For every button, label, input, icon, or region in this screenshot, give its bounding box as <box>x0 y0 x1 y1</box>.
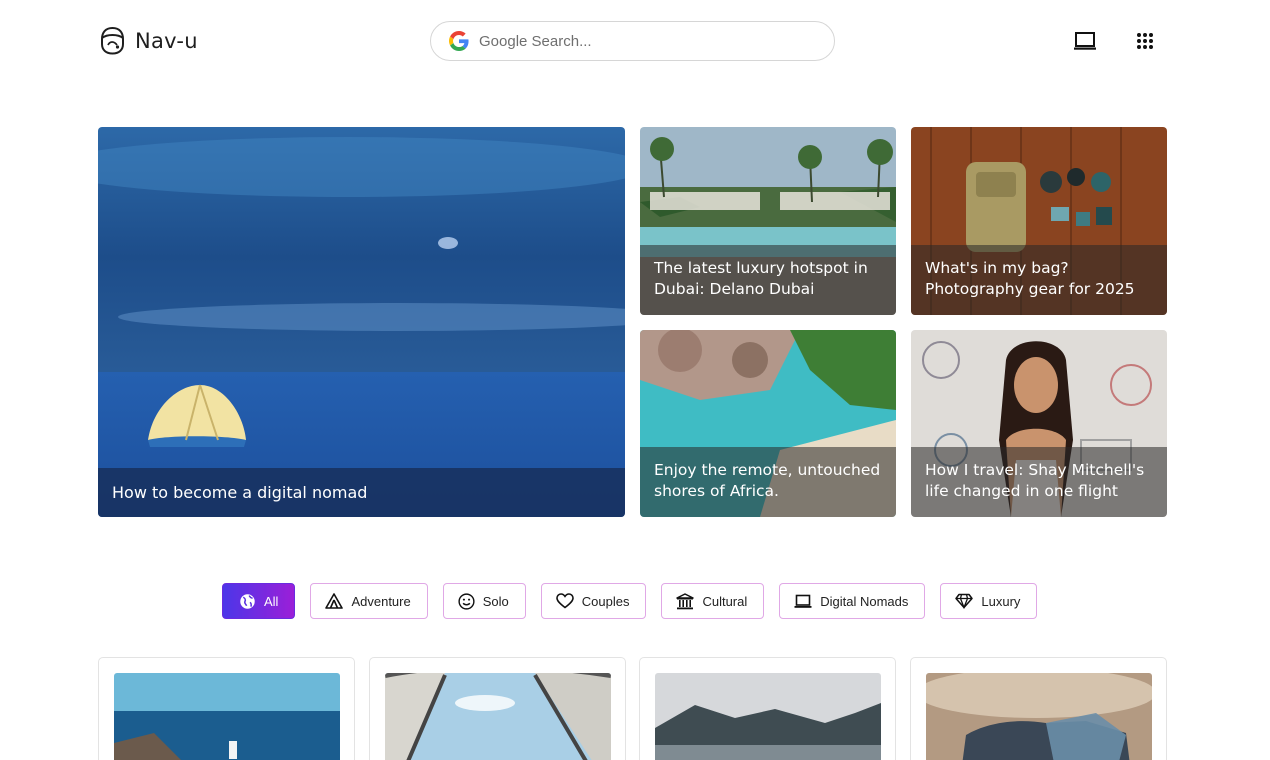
post-card[interactable] <box>369 657 626 760</box>
post-card[interactable] <box>910 657 1167 760</box>
heart-icon <box>555 593 574 609</box>
post-thumbnail <box>655 673 881 760</box>
filter-cultural-label: Cultural <box>702 593 748 609</box>
article-card-africa[interactable]: Enjoy the remote, untouched shores of Af… <box>640 330 896 517</box>
filter-cultural[interactable]: Cultural <box>661 583 765 619</box>
filter-luxury[interactable]: Luxury <box>940 583 1038 619</box>
article-card-bag[interactable]: What's in my bag? Photography gear for 2… <box>911 127 1167 315</box>
search-input[interactable] <box>479 32 799 50</box>
dubai-title-line2: Dubai: Delano Dubai <box>654 280 815 298</box>
filter-adventure[interactable]: Adventure <box>310 583 428 619</box>
shay-caption: How I travel: Shay Mitchell's life chang… <box>911 447 1167 517</box>
filter-solo-label: Solo <box>482 593 509 609</box>
laptop-icon <box>1074 32 1096 50</box>
bag-title-line2: Photography gear for 2025 <box>925 280 1135 298</box>
shay-title-line2: life changed in one flight <box>925 482 1118 500</box>
article-card-shay[interactable]: How I travel: Shay Mitchell's life chang… <box>911 330 1167 517</box>
smiley-icon <box>458 592 475 610</box>
museum-icon <box>676 592 695 609</box>
face-logo-icon <box>101 26 124 55</box>
filter-digital-nomads-label: Digital Nomads <box>820 593 909 609</box>
dubai-title-line1: The latest luxury hotspot in <box>654 259 868 277</box>
africa-title-line1: Enjoy the remote, untouched <box>654 461 881 479</box>
laptop-icon <box>794 594 812 608</box>
post-card[interactable] <box>98 657 355 760</box>
coast-lighthouse-image <box>114 673 340 760</box>
africa-caption: Enjoy the remote, untouched shores of Af… <box>640 447 896 517</box>
post-card[interactable] <box>639 657 896 760</box>
shay-title-line1: How I travel: Shay Mitchell's <box>925 461 1145 479</box>
featured-caption: How to become a digital nomad <box>98 468 625 517</box>
site-logo[interactable]: Nav-u <box>99 26 198 55</box>
tent-in-snow-image <box>98 127 625 517</box>
google-g-icon <box>449 31 469 51</box>
laptop-button[interactable] <box>1073 29 1097 53</box>
africa-title-line2: shores of Africa. <box>654 482 779 500</box>
bag-title-line1: What's in my bag? <box>925 259 1069 277</box>
modern-building-image <box>926 673 1152 760</box>
filter-all[interactable]: All <box>222 583 296 619</box>
apps-grid-icon <box>1137 33 1153 49</box>
diamond-icon <box>955 593 974 609</box>
apps-button[interactable] <box>1133 29 1157 53</box>
filter-couples-label: Couples <box>581 593 630 609</box>
tent-icon <box>325 593 344 609</box>
dubai-caption: The latest luxury hotspot in Dubai: Dela… <box>640 245 896 315</box>
logo-text: Nav-u <box>135 28 198 53</box>
filter-digital-nomads[interactable]: Digital Nomads <box>779 583 926 619</box>
site-header: Nav-u <box>0 0 1270 82</box>
post-thumbnail <box>114 673 340 760</box>
filter-couples[interactable]: Couples <box>540 583 647 619</box>
category-filters: All Adventure Solo Couples Cultural Digi… <box>222 583 1038 620</box>
globe-icon <box>240 593 255 609</box>
search-bar[interactable] <box>430 21 835 61</box>
featured-title: How to become a digital nomad <box>112 483 368 502</box>
article-card-dubai[interactable]: The latest luxury hotspot in Dubai: Dela… <box>640 127 896 315</box>
lake-mountains-image <box>655 673 881 760</box>
filter-luxury-label: Luxury <box>981 593 1021 609</box>
bag-caption: What's in my bag? Photography gear for 2… <box>911 245 1167 315</box>
filter-adventure-label: Adventure <box>351 593 411 609</box>
post-thumbnail <box>385 673 611 760</box>
featured-article-card[interactable]: How to become a digital nomad <box>98 127 625 517</box>
post-thumbnail <box>926 673 1152 760</box>
filter-solo[interactable]: Solo <box>442 583 526 619</box>
tent-view-image <box>385 673 611 760</box>
filter-all-label: All <box>264 593 279 609</box>
